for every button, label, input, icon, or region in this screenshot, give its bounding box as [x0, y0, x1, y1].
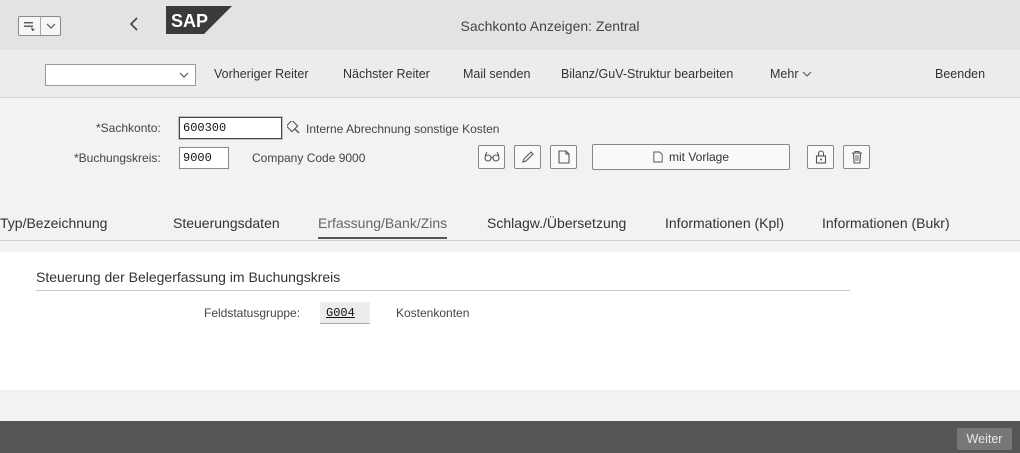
tab-erfassung-bank-zins[interactable]: Erfassung/Bank/Zins: [318, 215, 448, 239]
group-divider: [36, 290, 850, 291]
toolbar-next-tab[interactable]: Nächster Reiter: [343, 67, 430, 81]
tab-typ-bezeichnung[interactable]: Typ/Bezeichnung: [0, 215, 107, 231]
toolbar-send-mail[interactable]: Mail senden: [463, 67, 530, 81]
toolbar-more[interactable]: Mehr: [770, 67, 812, 81]
buchungskreis-input[interactable]: 9000: [179, 147, 229, 169]
buchungskreis-label: *Buchungskreis:: [74, 151, 161, 165]
feldstatusgruppe-description: Kostenkonten: [396, 306, 470, 320]
create-with-template-button[interactable]: mit Vorlage: [592, 144, 790, 170]
toolbar-exit[interactable]: Beenden: [935, 67, 985, 81]
document-icon: [557, 150, 570, 164]
trash-icon: [851, 150, 862, 164]
lock-icon: [815, 150, 826, 164]
feldstatusgruppe-label: Feldstatusgruppe:: [204, 306, 301, 320]
command-combo[interactable]: [45, 64, 196, 86]
document-icon: [653, 151, 663, 163]
edit-button[interactable]: [514, 145, 541, 169]
display-button[interactable]: [478, 145, 505, 169]
title-bar: SAP Sachkonto Anzeigen: Zentral: [0, 0, 1020, 50]
tab-steuerungsdaten[interactable]: Steuerungsdaten: [173, 215, 280, 231]
tab-informationen-kpl[interactable]: Informationen (Kpl): [665, 215, 784, 231]
sachkonto-input[interactable]: 600300: [179, 117, 282, 139]
group-title: Steuerung der Belegerfassung im Buchungs…: [36, 269, 341, 285]
create-button[interactable]: [550, 145, 577, 169]
pencil-icon: [521, 151, 534, 163]
create-with-template-label: mit Vorlage: [668, 150, 730, 164]
glasses-icon: [483, 151, 500, 162]
header-form: *Sachkonto: 600300 Interne Abrechnung so…: [0, 99, 1020, 185]
tab-content: Steuerung der Belegerfassung im Buchungs…: [0, 252, 1020, 390]
tab-strip: Typ/Bezeichnung Steuerungsdaten Erfassun…: [0, 205, 1020, 241]
toolbar-previous-tab[interactable]: Vorheriger Reiter: [214, 67, 309, 81]
buchungskreis-description: Company Code 9000: [252, 151, 366, 165]
window-title: Sachkonto Anzeigen: Zentral: [460, 18, 640, 34]
toolbar-edit-structure[interactable]: Bilanz/GuV-Struktur bearbeiten: [561, 67, 733, 81]
toolbar-more-label: Mehr: [770, 67, 799, 81]
tab-schlagw-uebersetzung[interactable]: Schlagw./Übersetzung: [487, 215, 626, 231]
toolbar: Vorheriger Reiter Nächster Reiter Mail s…: [0, 50, 1020, 98]
chevron-down-icon: [802, 71, 812, 77]
lock-button[interactable]: [807, 145, 834, 169]
value-help-icon[interactable]: [285, 119, 303, 137]
chevron-down-icon: [179, 68, 189, 85]
footer-bar: Weiter: [0, 421, 1020, 453]
delete-button[interactable]: [843, 145, 870, 169]
tab-informationen-bukr[interactable]: Informationen (Bukr): [822, 215, 950, 231]
continue-button[interactable]: Weiter: [957, 428, 1012, 450]
sachkonto-label: *Sachkonto:: [96, 121, 161, 135]
feldstatusgruppe-value[interactable]: G004: [320, 302, 370, 324]
sachkonto-description: Interne Abrechnung sonstige Kosten: [306, 122, 500, 136]
